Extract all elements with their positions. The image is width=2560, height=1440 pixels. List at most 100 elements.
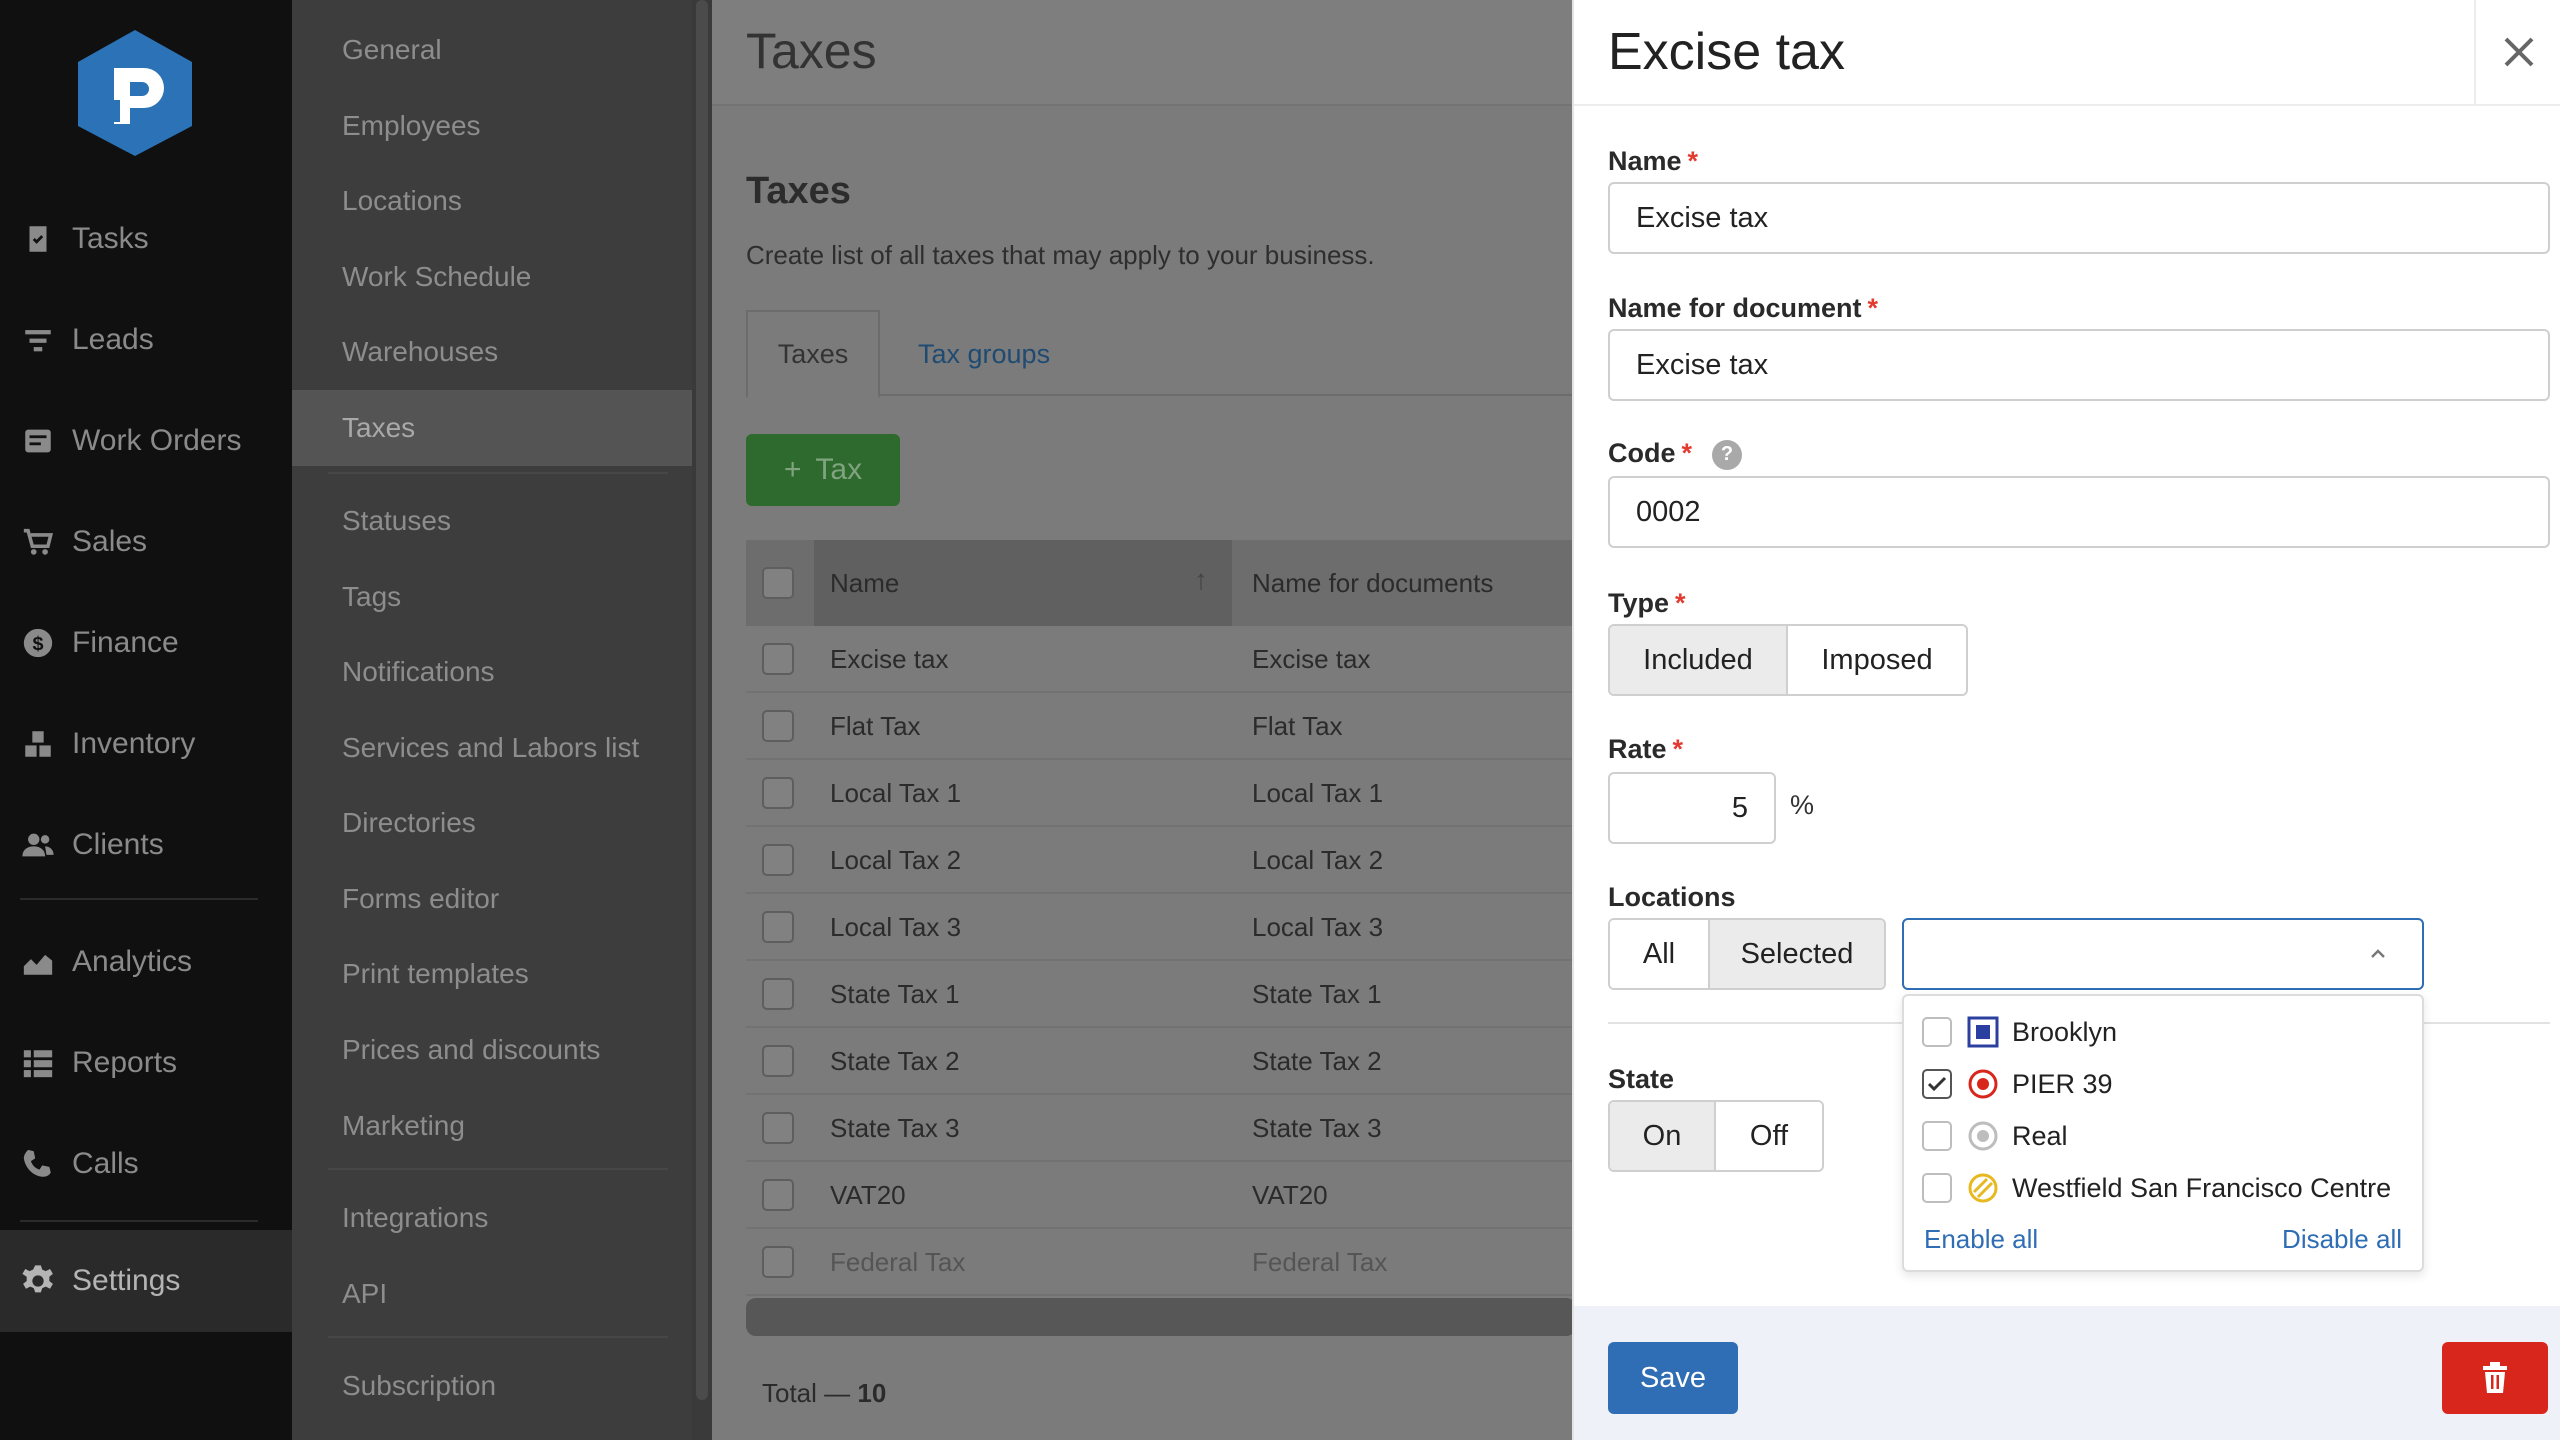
table-row[interactable]: State Tax 1 State Tax 1 xyxy=(746,961,1572,1028)
column-header-doc-name[interactable]: Name for documents xyxy=(1252,568,1493,599)
submenu-tags[interactable]: Tags xyxy=(292,559,692,635)
code-label-text: Code xyxy=(1608,438,1676,468)
submenu-statuses[interactable]: Statuses xyxy=(292,483,692,559)
submenu-scrollbar[interactable] xyxy=(692,0,712,1440)
locations-selected-option[interactable]: Selected xyxy=(1708,920,1884,988)
location-option-westfield[interactable]: Westfield San Francisco Centre xyxy=(1904,1162,2422,1214)
row-checkbox[interactable] xyxy=(762,911,794,943)
doc-name-input[interactable]: Excise tax xyxy=(1608,329,2550,401)
nav-work-orders[interactable]: Work Orders xyxy=(0,391,292,491)
row-checkbox[interactable] xyxy=(762,844,794,876)
nav-inventory[interactable]: Inventory xyxy=(0,694,292,794)
table-row[interactable]: Local Tax 1 Local Tax 1 xyxy=(746,760,1572,827)
submenu-marketing[interactable]: Marketing xyxy=(292,1088,692,1164)
submenu-print-templates[interactable]: Print templates xyxy=(292,936,692,1012)
table-row[interactable]: Local Tax 3 Local Tax 3 xyxy=(746,894,1572,961)
row-checkbox[interactable] xyxy=(762,710,794,742)
table-row[interactable]: Excise tax Excise tax xyxy=(746,626,1572,693)
table-row[interactable]: State Tax 2 State Tax 2 xyxy=(746,1028,1572,1095)
submenu-employees[interactable]: Employees xyxy=(292,88,692,164)
submenu-taxes[interactable]: Taxes xyxy=(292,390,692,466)
locations-select[interactable] xyxy=(1902,918,2424,990)
location-checkbox[interactable] xyxy=(1922,1017,1952,1047)
submenu-locations[interactable]: Locations xyxy=(292,163,692,239)
nav-clients[interactable]: Clients xyxy=(0,795,292,895)
code-label: Code *? xyxy=(1608,438,1743,470)
row-checkbox[interactable] xyxy=(762,1246,794,1278)
delete-button[interactable] xyxy=(2442,1342,2548,1414)
scrollbar-thumb[interactable] xyxy=(696,0,708,1400)
row-checkbox[interactable] xyxy=(762,1179,794,1211)
nav-analytics[interactable]: Analytics xyxy=(0,912,292,1012)
select-all-checkbox[interactable] xyxy=(762,567,794,599)
nav-sales[interactable]: Sales xyxy=(0,492,292,592)
table-row[interactable]: Local Tax 2 Local Tax 2 xyxy=(746,827,1572,894)
sort-up-icon[interactable]: ↑ xyxy=(1194,564,1208,596)
type-imposed-option[interactable]: Imposed xyxy=(1786,626,1966,694)
locations-all-option[interactable]: All xyxy=(1610,920,1708,988)
name-input[interactable]: Excise tax xyxy=(1608,182,2550,254)
nav-settings[interactable]: Settings xyxy=(0,1230,292,1332)
app-logo[interactable] xyxy=(72,28,198,158)
row-doc-name: Local Tax 3 xyxy=(1252,912,1384,942)
close-button[interactable] xyxy=(2474,0,2560,104)
table-row[interactable]: Federal Tax Federal Tax xyxy=(746,1229,1572,1296)
state-off-option[interactable]: Off xyxy=(1714,1102,1822,1170)
submenu-prices-discounts[interactable]: Prices and discounts xyxy=(292,1012,692,1088)
save-button[interactable]: Save xyxy=(1608,1342,1738,1414)
submenu-subscription[interactable]: Subscription xyxy=(292,1348,692,1424)
state-toggle: On Off xyxy=(1608,1100,1824,1172)
table-row[interactable]: State Tax 3 State Tax 3 xyxy=(746,1095,1572,1162)
nav-label: Settings xyxy=(72,1264,181,1297)
nav-calls[interactable]: Calls xyxy=(0,1114,292,1214)
submenu-directories[interactable]: Directories xyxy=(292,785,692,861)
submenu-work-schedule[interactable]: Work Schedule xyxy=(292,239,692,315)
row-doc-name: State Tax 1 xyxy=(1252,979,1382,1009)
type-included-option[interactable]: Included xyxy=(1610,626,1786,694)
row-doc-name: Excise tax xyxy=(1252,644,1371,674)
submenu-api[interactable]: API xyxy=(292,1256,692,1332)
nav-leads[interactable]: Leads xyxy=(0,290,292,390)
help-icon[interactable]: ? xyxy=(1712,439,1743,470)
tab-taxes[interactable]: Taxes xyxy=(746,310,880,398)
location-checkbox[interactable] xyxy=(1922,1173,1952,1203)
panel-footer: Save xyxy=(1574,1306,2560,1440)
submenu-services-labors[interactable]: Services and Labors list xyxy=(292,710,692,786)
state-on-option[interactable]: On xyxy=(1610,1102,1714,1170)
code-input[interactable]: 0002 xyxy=(1608,476,2550,548)
table-row[interactable]: VAT20 VAT20 xyxy=(746,1162,1572,1229)
table-row[interactable]: Flat Tax Flat Tax xyxy=(746,693,1572,760)
row-doc-name: Local Tax 1 xyxy=(1252,778,1384,808)
row-checkbox[interactable] xyxy=(762,1112,794,1144)
location-option-pier39[interactable]: PIER 39 xyxy=(1904,1058,2422,1110)
rate-input[interactable]: 5 xyxy=(1608,772,1776,844)
submenu-warehouses[interactable]: Warehouses xyxy=(292,314,692,390)
row-checkbox[interactable] xyxy=(762,978,794,1010)
tab-tax-groups[interactable]: Tax groups xyxy=(918,310,1050,398)
submenu-integrations[interactable]: Integrations xyxy=(292,1180,692,1256)
nav-reports[interactable]: Reports xyxy=(0,1013,292,1113)
dollar-icon: $ xyxy=(20,625,56,661)
nav-tasks[interactable]: Tasks xyxy=(0,189,292,289)
row-checkbox[interactable] xyxy=(762,643,794,675)
submenu-label: Marketing xyxy=(342,1110,465,1141)
location-option-real[interactable]: Real xyxy=(1904,1110,2422,1162)
location-option-brooklyn[interactable]: Brooklyn xyxy=(1904,1006,2422,1058)
scrollbar-thumb[interactable] xyxy=(746,1298,1572,1336)
location-checkbox[interactable] xyxy=(1922,1121,1952,1151)
add-tax-button[interactable]: + Tax xyxy=(746,434,900,506)
submenu-label: Print templates xyxy=(342,958,529,989)
table-horizontal-scrollbar[interactable] xyxy=(746,1298,1572,1336)
submenu-general[interactable]: General xyxy=(292,12,692,88)
enable-all-link[interactable]: Enable all xyxy=(1924,1224,2038,1255)
required-mark: * xyxy=(1687,146,1699,176)
submenu-divider xyxy=(328,1336,668,1338)
submenu-forms-editor[interactable]: Forms editor xyxy=(292,861,692,937)
row-checkbox[interactable] xyxy=(762,777,794,809)
submenu-notifications[interactable]: Notifications xyxy=(292,634,692,710)
nav-finance[interactable]: $ Finance xyxy=(0,593,292,693)
location-checkbox[interactable] xyxy=(1922,1069,1952,1099)
nav-label: Leads xyxy=(72,323,154,356)
disable-all-link[interactable]: Disable all xyxy=(2282,1224,2402,1255)
row-checkbox[interactable] xyxy=(762,1045,794,1077)
